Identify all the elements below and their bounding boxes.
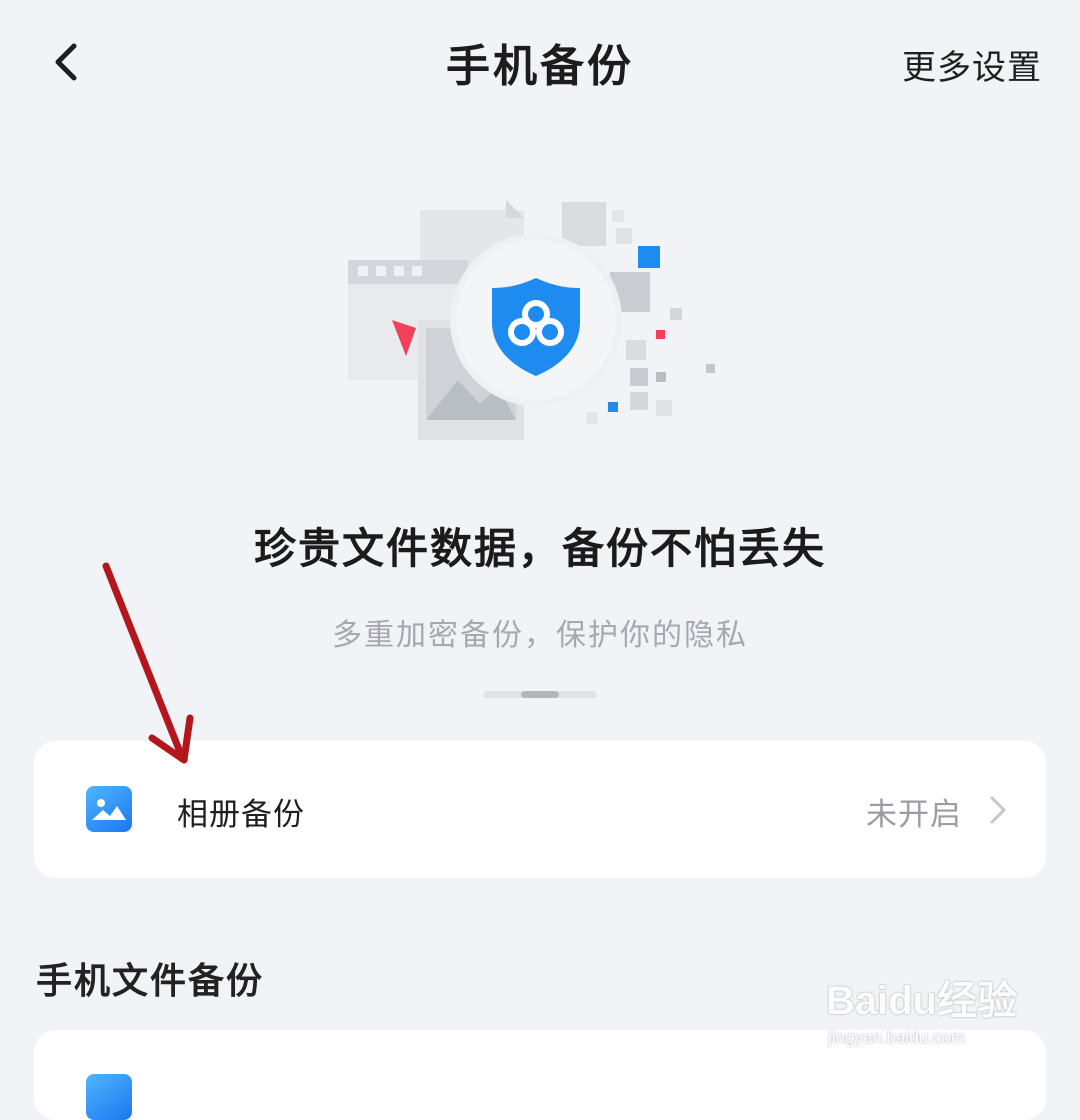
phone-file-backup-title: 手机文件备份 [36,961,265,1002]
album-backup-status: 未开启 [866,797,962,833]
hero-headline: 珍贵文件数据，备份不怕丢失 [253,524,826,573]
baidu-watermark: Baidu经验 jingyan.baidu.com [826,968,1056,1058]
carousel-indicator-active [521,691,559,698]
top-bar: 手机备份 更多设置 [0,0,1080,124]
file-backup-icon [86,1074,132,1120]
watermark-logo: Baidu经验 [826,979,1018,1023]
photo-album-icon [86,786,132,832]
cloud-shield-illustration [348,200,715,440]
carousel-indicator [483,691,597,698]
chevron-right-icon [990,796,1006,824]
album-backup-row[interactable]: 相册备份 未开启 [34,741,1046,878]
album-backup-label: 相册备份 [177,797,305,833]
more-settings-button[interactable]: 更多设置 [902,40,1042,89]
hero-subline: 多重加密备份，保护你的隐私 [332,618,748,653]
watermark-url: jingyan.baidu.com [828,1028,966,1047]
backup-illustration [330,180,750,470]
